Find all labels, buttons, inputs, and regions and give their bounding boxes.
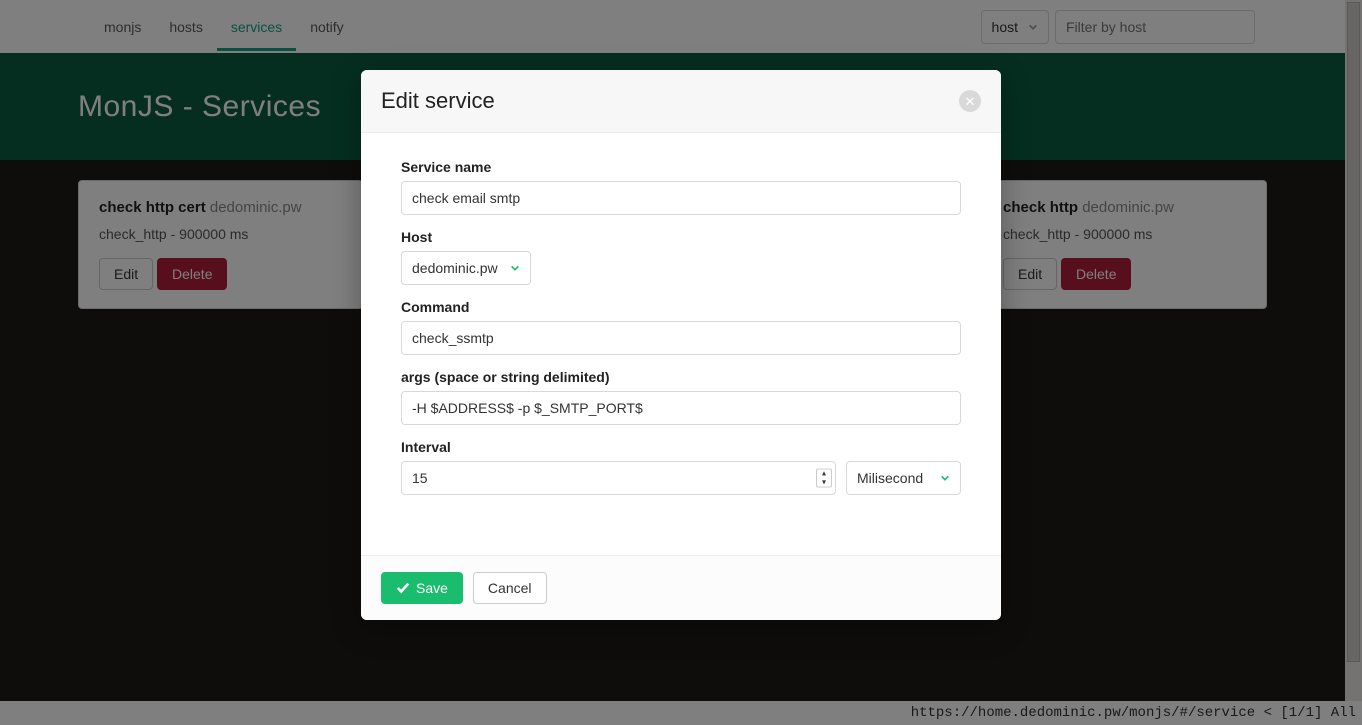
modal-title: Edit service bbox=[381, 88, 495, 114]
args-input[interactable] bbox=[401, 391, 961, 425]
close-button[interactable]: ✕ bbox=[959, 90, 981, 112]
label-host: Host bbox=[401, 229, 961, 245]
cancel-button[interactable]: Cancel bbox=[473, 572, 547, 604]
chevron-down-icon bbox=[940, 473, 950, 483]
interval-input[interactable] bbox=[401, 461, 836, 495]
service-name-input[interactable] bbox=[401, 181, 961, 215]
interval-unit-value: Milisecond bbox=[857, 470, 923, 486]
close-icon: ✕ bbox=[965, 95, 976, 108]
command-input[interactable] bbox=[401, 321, 961, 355]
label-command: Command bbox=[401, 299, 961, 315]
edit-service-modal: Edit service ✕ Service name Host dedomin… bbox=[361, 70, 1001, 620]
spinner-up-icon[interactable]: ▴ bbox=[817, 470, 831, 478]
interval-unit-select[interactable]: Milisecond bbox=[846, 461, 961, 495]
number-spinner[interactable]: ▴ ▾ bbox=[816, 469, 832, 488]
label-service-name: Service name bbox=[401, 159, 961, 175]
host-select-value: dedominic.pw bbox=[412, 260, 498, 276]
save-button[interactable]: Save bbox=[381, 572, 463, 604]
modal-header: Edit service ✕ bbox=[361, 70, 1001, 133]
host-select[interactable]: dedominic.pw bbox=[401, 251, 531, 285]
modal-footer: Save Cancel bbox=[361, 555, 1001, 620]
check-icon bbox=[396, 581, 410, 595]
spinner-down-icon[interactable]: ▾ bbox=[817, 479, 831, 487]
chevron-down-icon bbox=[510, 263, 520, 273]
modal-body: Service name Host dedominic.pw Command a… bbox=[361, 133, 1001, 555]
label-args: args (space or string delimited) bbox=[401, 369, 961, 385]
label-interval: Interval bbox=[401, 439, 961, 455]
